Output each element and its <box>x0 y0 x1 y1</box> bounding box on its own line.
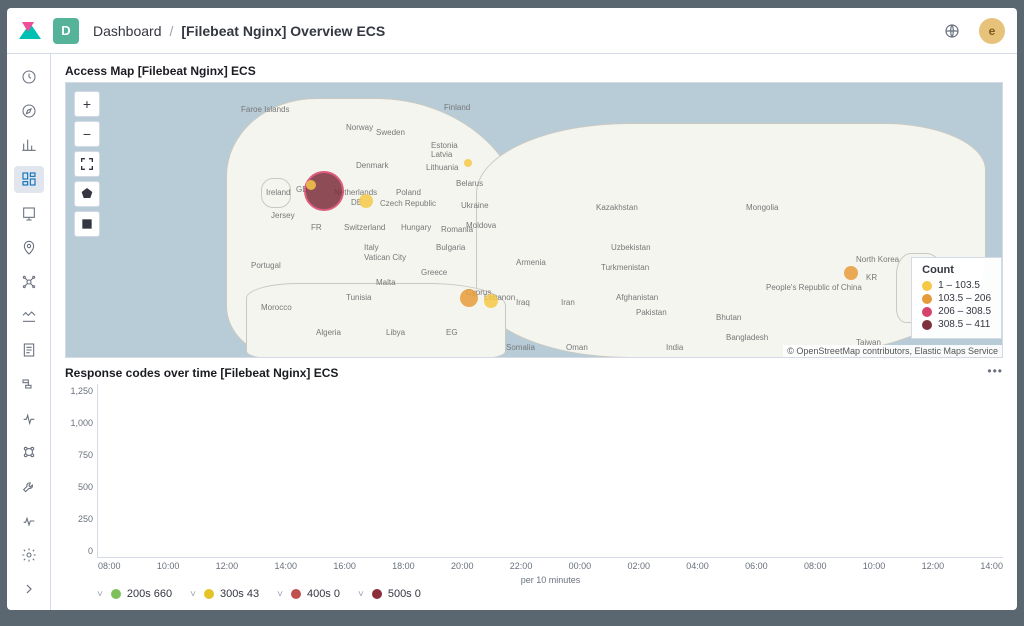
map-hotspot[interactable] <box>304 171 344 211</box>
map-legend-row[interactable]: 1 – 103.5 <box>922 280 991 291</box>
x-tick: 10:00 <box>157 561 180 571</box>
x-tick: 14:00 <box>980 561 1003 571</box>
nav-apm-icon[interactable] <box>14 371 44 397</box>
y-tick: 500 <box>78 482 93 492</box>
access-map[interactable]: Faroe IslandsFinlandNorwaySwedenEstoniaL… <box>65 82 1003 358</box>
nav-siem-icon[interactable] <box>14 439 44 465</box>
map-hotspot[interactable] <box>460 289 478 307</box>
legend-dot-icon <box>291 589 301 599</box>
x-tick: 12:00 <box>922 561 945 571</box>
chart-y-axis: 1,250 1,000 750 500 250 0 <box>65 384 97 574</box>
legend-dot-icon <box>372 589 382 599</box>
nav-monitoring-icon[interactable] <box>14 508 44 534</box>
nav-metrics-icon[interactable] <box>14 303 44 329</box>
map-hotspot[interactable] <box>464 159 472 167</box>
kibana-logo[interactable] <box>19 20 41 42</box>
legend-label: 103.5 – 206 <box>938 293 991 304</box>
nav-management-icon[interactable] <box>14 542 44 568</box>
map-zoom-in-button[interactable]: + <box>74 91 100 117</box>
legend-dot-icon <box>922 281 932 291</box>
map-legend-row[interactable]: 308.5 – 411 <box>922 319 991 330</box>
x-tick: 08:00 <box>98 561 121 571</box>
map-hotspot[interactable] <box>359 194 373 208</box>
y-tick: 0 <box>88 546 93 556</box>
map-controls: + − <box>74 91 100 237</box>
map-background <box>66 83 1002 357</box>
x-tick: 06:00 <box>745 561 768 571</box>
breadcrumb-current: [Filebeat Nginx] Overview ECS <box>181 23 385 39</box>
chart-legend: 200s 660 300s 43 400s 0 500s 0 <box>65 588 1003 600</box>
nav-discover-icon[interactable] <box>14 98 44 124</box>
legend-label: 400s 0 <box>307 588 340 600</box>
chart-x-axis: 08:00 10:00 12:00 14:00 16:00 18:00 20:00 22:00… <box>98 561 1003 571</box>
x-tick: 14:00 <box>274 561 297 571</box>
legend-label: 500s 0 <box>388 588 421 600</box>
map-zoom-out-button[interactable]: − <box>74 121 100 147</box>
nav-ml-icon[interactable] <box>14 269 44 295</box>
legend-label: 300s 43 <box>220 588 259 600</box>
legend-item-200s[interactable]: 200s 660 <box>97 588 172 600</box>
map-legend-row[interactable]: 206 – 308.5 <box>922 306 991 317</box>
breadcrumb-separator: / <box>170 23 174 39</box>
breadcrumb-root[interactable]: Dashboard <box>93 23 162 39</box>
x-tick: 00:00 <box>569 561 592 571</box>
nav-devtools-icon[interactable] <box>14 474 44 500</box>
legend-item-500s[interactable]: 500s 0 <box>358 588 421 600</box>
map-hotspot[interactable] <box>484 294 498 308</box>
x-tick: 08:00 <box>804 561 827 571</box>
map-hotspot[interactable] <box>306 180 316 190</box>
y-tick: 250 <box>78 514 93 524</box>
chart-plot[interactable]: 08:0010:0012:0014:0016:0018:0020:0022:00… <box>97 384 1003 558</box>
breadcrumb: Dashboard / [Filebeat Nginx] Overview EC… <box>93 23 385 39</box>
y-tick: 1,000 <box>70 418 93 428</box>
x-tick: 16:00 <box>333 561 356 571</box>
legend-dot-icon <box>204 589 214 599</box>
sidebar-collapse-icon[interactable] <box>14 576 44 602</box>
legend-item-400s[interactable]: 400s 0 <box>277 588 340 600</box>
y-tick: 750 <box>78 450 93 460</box>
y-tick: 1,250 <box>70 386 93 396</box>
legend-dot-icon <box>922 307 932 317</box>
legend-label: 308.5 – 411 <box>938 319 990 330</box>
legend-dot-icon <box>922 320 932 330</box>
space-selector[interactable]: D <box>53 18 79 44</box>
map-legend: Count 1 – 103.5 103.5 – 206 206 – 308.5 308… <box>911 257 1002 339</box>
header: D Dashboard / [Filebeat Nginx] Overview … <box>7 8 1017 54</box>
legend-label: 206 – 308.5 <box>938 306 991 317</box>
chart-x-title: per 10 minutes <box>521 575 581 585</box>
map-polygon-tool[interactable] <box>74 181 100 207</box>
map-legend-title: Count <box>922 264 991 276</box>
x-tick: 10:00 <box>863 561 886 571</box>
panel-options-icon[interactable]: ••• <box>987 364 1003 378</box>
map-attribution: © OpenStreetMap contributors, Elastic Ma… <box>783 345 1002 357</box>
legend-dot-icon <box>111 589 121 599</box>
legend-label: 1 – 103.5 <box>938 280 980 291</box>
x-tick: 12:00 <box>216 561 239 571</box>
map-hotspot[interactable] <box>844 266 858 280</box>
nav-canvas-icon[interactable] <box>14 201 44 227</box>
x-tick: 02:00 <box>627 561 650 571</box>
map-panel-title: Access Map [Filebeat Nginx] ECS <box>65 64 1003 78</box>
map-fit-button[interactable] <box>74 151 100 177</box>
legend-item-300s[interactable]: 300s 43 <box>190 588 259 600</box>
nav-maps-icon[interactable] <box>14 235 44 261</box>
x-tick: 04:00 <box>686 561 709 571</box>
chart-panel-title: Response codes over time [Filebeat Nginx… <box>65 366 1003 380</box>
newsfeed-icon[interactable] <box>939 18 965 44</box>
x-tick: 20:00 <box>451 561 474 571</box>
user-avatar[interactable]: e <box>979 18 1005 44</box>
nav-recent-icon[interactable] <box>14 64 44 90</box>
nav-logs-icon[interactable] <box>14 337 44 363</box>
legend-label: 200s 660 <box>127 588 172 600</box>
map-legend-row[interactable]: 103.5 – 206 <box>922 293 991 304</box>
nav-uptime-icon[interactable] <box>14 405 44 431</box>
x-tick: 22:00 <box>510 561 533 571</box>
x-tick: 18:00 <box>392 561 415 571</box>
legend-dot-icon <box>922 294 932 304</box>
sidebar <box>7 54 51 610</box>
nav-dashboard-icon[interactable] <box>14 166 44 192</box>
map-rectangle-tool[interactable] <box>74 211 100 237</box>
nav-visualize-icon[interactable] <box>14 132 44 158</box>
